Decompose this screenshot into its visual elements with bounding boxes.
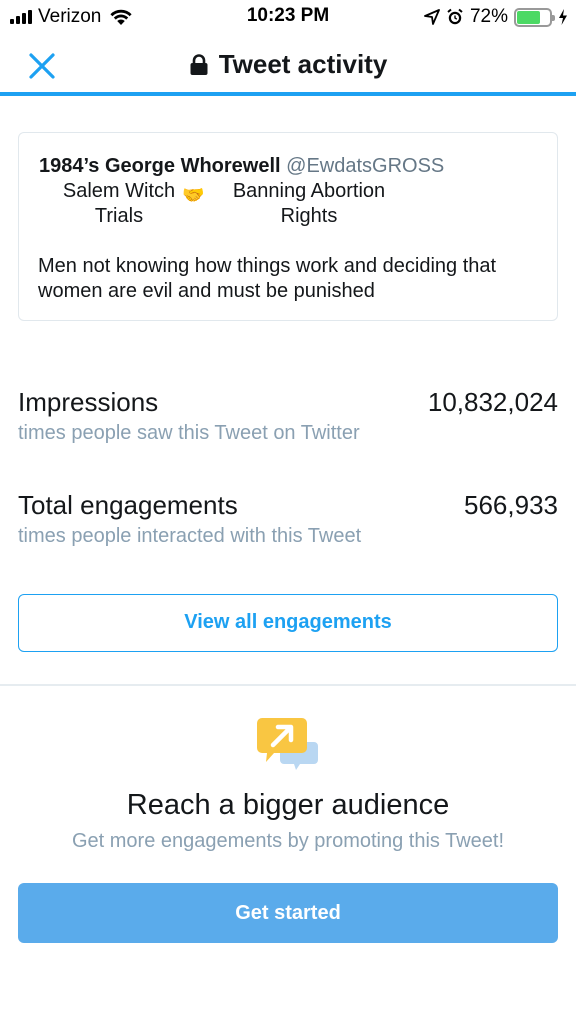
impressions-metric: Impressions 10,832,024 times people saw …	[18, 386, 558, 446]
get-started-button[interactable]: Get started	[18, 883, 558, 943]
engagements-metric: Total engagements 566,933 times people i…	[18, 489, 558, 549]
lock-icon	[190, 53, 208, 75]
nav-bar: Tweet activity	[0, 34, 576, 96]
meme-label-left: Salem Witch Trials	[62, 180, 176, 227]
promote-subtitle: Get more engagements by promoting this T…	[71, 830, 505, 852]
view-all-engagements-button[interactable]: View all engagements	[18, 594, 558, 652]
tweet-author-name: 1984’s George Whorewell	[39, 155, 281, 177]
tweet-author-handle: @EwdatsGROSS	[286, 155, 445, 177]
engagements-description: times people interacted with this Tweet	[18, 525, 362, 547]
tweet-header: 1984’s George Whorewell @EwdatsGROSS	[39, 153, 537, 179]
impressions-value: 10,832,024	[427, 387, 558, 417]
nav-title-group: Tweet activity	[0, 49, 576, 80]
status-bar: Verizon 10:23 PM 72%	[0, 0, 576, 34]
section-divider	[0, 684, 576, 686]
battery-icon	[514, 7, 555, 27]
handshake-emoji: 🤝	[182, 185, 205, 205]
promote-chat-arrow-icon	[257, 718, 318, 770]
charging-bolt-icon	[559, 9, 567, 25]
engagements-value: 566,933	[464, 490, 558, 520]
tweet-text: Men not knowing how things work and deci…	[38, 255, 497, 302]
promote-title: Reach a bigger audience	[126, 789, 450, 821]
alarm-icon	[447, 8, 463, 25]
page-title: Tweet activity	[218, 49, 388, 79]
meme-label-right: Banning Abortion Rights	[232, 180, 386, 227]
battery-level-fill	[517, 10, 541, 24]
impressions-description: times people saw this Tweet on Twitter	[18, 422, 360, 444]
tweet-meme-columns: Salem Witch Trials Banning Abortion Rights	[39, 179, 537, 231]
location-arrow-icon	[424, 9, 440, 25]
status-right: 72%	[424, 6, 568, 28]
battery-percent: 72%	[469, 6, 508, 27]
